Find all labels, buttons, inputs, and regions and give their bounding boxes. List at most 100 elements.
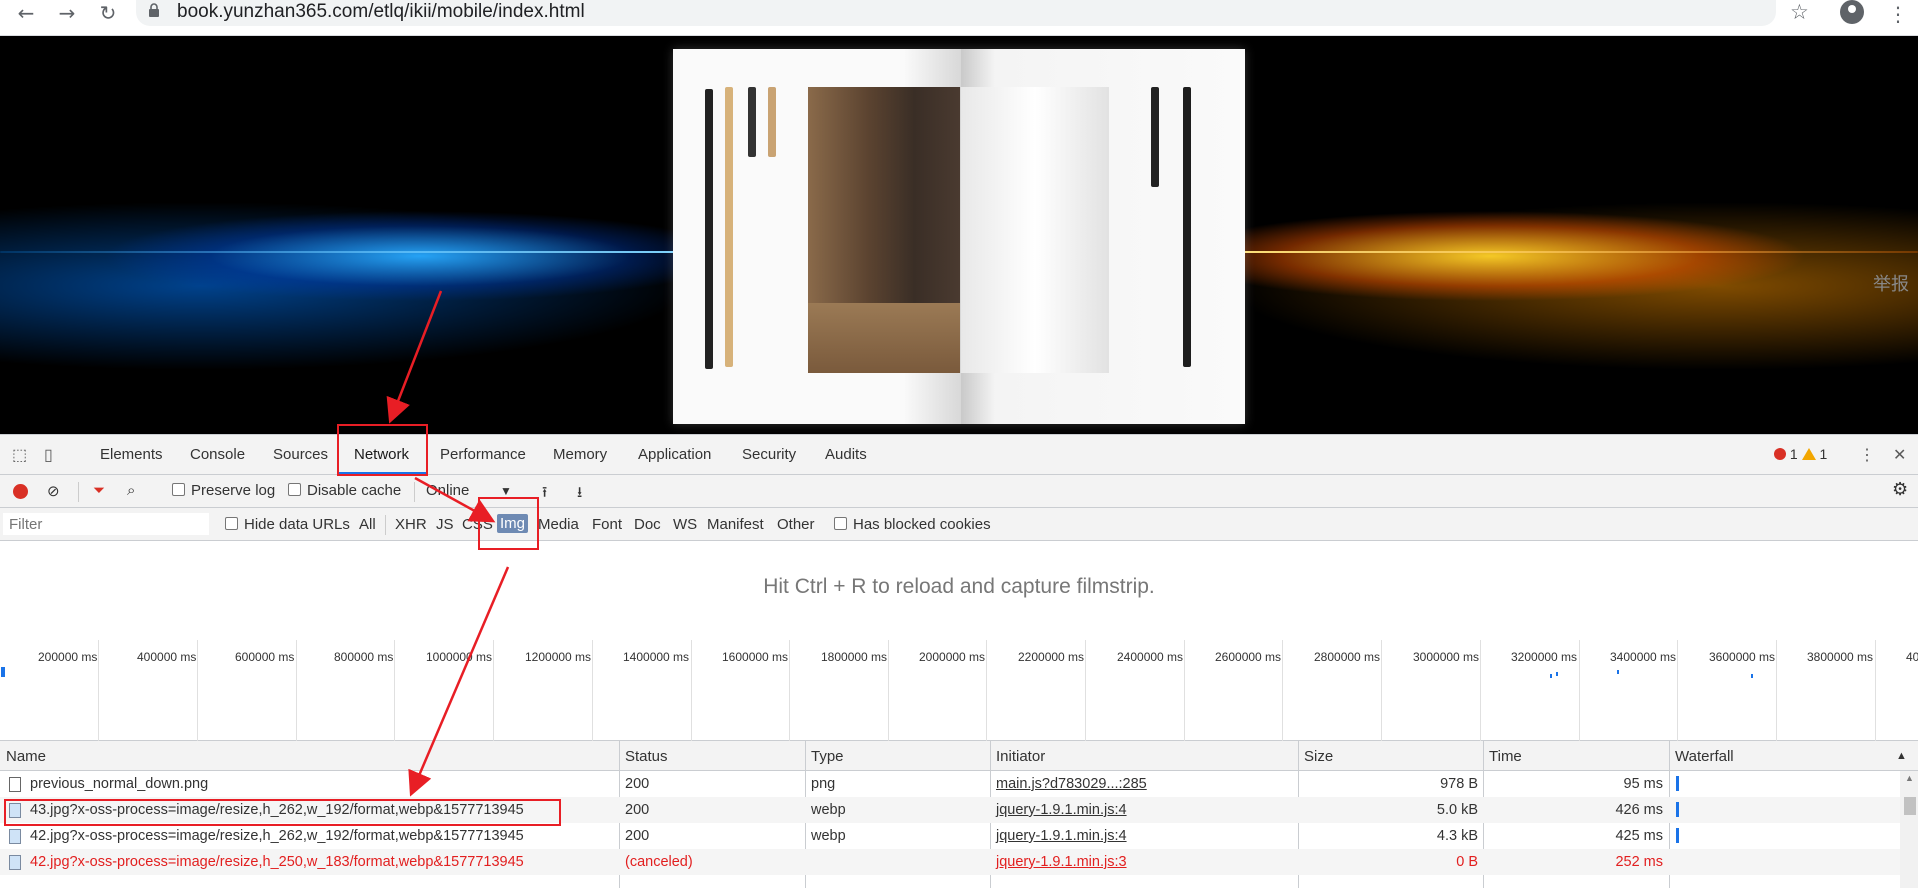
- column-initiator[interactable]: Initiator: [996, 748, 1045, 765]
- device-toolbar-icon[interactable]: ▯: [44, 445, 62, 464]
- more-menu-icon[interactable]: ⋮: [1888, 2, 1908, 26]
- timeline-request-mark: [1556, 672, 1558, 676]
- filmstrip-message: Hit Ctrl + R to reload and capture films…: [763, 575, 1155, 598]
- column-waterfall[interactable]: Waterfall: [1675, 748, 1734, 765]
- disable-cache-checkbox[interactable]: Disable cache: [288, 482, 401, 499]
- has-blocked-cookies-checkbox[interactable]: Has blocked cookies: [834, 516, 991, 533]
- settings-gear-icon[interactable]: ⚙: [1892, 479, 1908, 500]
- request-initiator-link[interactable]: jquery-1.9.1.min.js:4: [996, 802, 1127, 818]
- reload-icon[interactable]: ↻: [94, 0, 122, 26]
- timeline-tick: 2800000 ms: [1314, 650, 1381, 664]
- request-type: png: [811, 776, 836, 792]
- page-viewport: 举报: [0, 36, 1918, 434]
- scroll-up-icon[interactable]: ▲: [1905, 773, 1914, 783]
- clear-icon[interactable]: ⊘: [47, 482, 60, 500]
- timeline-tick: 2200000 ms: [1018, 650, 1085, 664]
- filter-type-js[interactable]: JS: [436, 516, 454, 533]
- table-row[interactable]: 42.jpg?x-oss-process=image/resize,h_262,…: [0, 823, 1900, 849]
- filter-type-media[interactable]: Media: [538, 516, 579, 533]
- filter-type-ws[interactable]: WS: [673, 516, 697, 533]
- request-initiator-link[interactable]: jquery-1.9.1.min.js:3: [996, 854, 1127, 870]
- handle-image: [705, 89, 713, 369]
- inspect-element-icon[interactable]: ⬚: [12, 445, 30, 464]
- column-type[interactable]: Type: [811, 748, 844, 765]
- timeline-tick: 800000 ms: [334, 650, 394, 664]
- star-icon[interactable]: ☆: [1790, 0, 1809, 24]
- forward-icon[interactable]: →: [53, 0, 81, 26]
- filter-input[interactable]: [3, 513, 209, 535]
- divider: [414, 482, 415, 502]
- handle-image: [725, 87, 733, 367]
- column-name[interactable]: Name: [6, 748, 46, 765]
- network-overview-timeline[interactable]: 200000 ms 400000 ms 600000 ms 800000 ms …: [0, 640, 1918, 741]
- request-time: 95 ms: [1623, 776, 1664, 792]
- report-label[interactable]: 举报: [1873, 270, 1909, 296]
- export-har-icon[interactable]: ⭳: [577, 482, 582, 507]
- request-name: previous_normal_down.png: [30, 776, 209, 792]
- timeline-request-mark: [1550, 674, 1552, 678]
- light-streak: [0, 251, 680, 253]
- throttle-select[interactable]: Online: [426, 482, 469, 499]
- error-warning-counter[interactable]: 1 1: [1774, 446, 1827, 462]
- timeline-tick: 2000000 ms: [919, 650, 986, 664]
- tab-audits[interactable]: Audits: [825, 446, 867, 463]
- request-type: webp: [811, 828, 846, 844]
- annotation-box-request-row: [4, 799, 561, 826]
- tab-sources[interactable]: Sources: [273, 446, 328, 463]
- timeline-tick: 2600000 ms: [1215, 650, 1282, 664]
- request-size: 4.3 kB: [1436, 828, 1478, 844]
- tab-memory[interactable]: Memory: [553, 446, 607, 463]
- request-initiator-link[interactable]: jquery-1.9.1.min.js:4: [996, 828, 1127, 844]
- handle-image: [1151, 87, 1159, 187]
- chevron-down-icon[interactable]: ▼: [500, 484, 512, 498]
- close-devtools-icon[interactable]: ✕: [1893, 445, 1911, 464]
- back-icon[interactable]: ←: [12, 0, 40, 26]
- devtools-menu-icon[interactable]: ⋮: [1859, 445, 1877, 464]
- url-text[interactable]: book.yunzhan365.com/etlq/ikii/mobile/ind…: [177, 1, 585, 23]
- tab-console[interactable]: Console: [190, 446, 245, 463]
- table-row[interactable]: 42.jpg?x-oss-process=image/resize,h_250,…: [0, 849, 1900, 875]
- tab-security[interactable]: Security: [742, 446, 796, 463]
- request-size: 5.0 kB: [1436, 802, 1478, 818]
- filter-icon[interactable]: ⏷: [93, 482, 105, 499]
- column-size[interactable]: Size: [1304, 748, 1333, 765]
- filter-type-doc[interactable]: Doc: [634, 516, 661, 533]
- timeline-tick: 1400000 ms: [623, 650, 690, 664]
- warning-count: 1: [1819, 446, 1828, 462]
- filter-type-font[interactable]: Font: [592, 516, 622, 533]
- timeline-tick: 1200000 ms: [525, 650, 592, 664]
- divider: [78, 482, 79, 502]
- hide-data-urls-checkbox[interactable]: Hide data URLs: [225, 516, 350, 533]
- filter-type-all[interactable]: All: [359, 516, 376, 533]
- filter-type-other[interactable]: Other: [777, 516, 815, 533]
- handle-image: [1183, 87, 1191, 367]
- table-row[interactable]: previous_normal_down.png 200 png main.js…: [0, 771, 1900, 797]
- account-icon[interactable]: [1840, 0, 1864, 24]
- tab-performance[interactable]: Performance: [440, 446, 526, 463]
- request-initiator-link[interactable]: main.js?d783029...:285: [996, 776, 1147, 792]
- request-name: 42.jpg?x-oss-process=image/resize,h_250,…: [30, 854, 524, 870]
- tab-application[interactable]: Application: [638, 446, 711, 463]
- request-status: 200: [625, 776, 650, 792]
- sort-arrow-icon[interactable]: ▲: [1896, 750, 1907, 762]
- file-icon: [9, 777, 21, 792]
- timeline-tick: 2400000 ms: [1117, 650, 1184, 664]
- scroll-thumb[interactable]: [1904, 797, 1916, 815]
- lock-icon: [149, 3, 159, 17]
- tab-elements[interactable]: Elements: [100, 446, 163, 463]
- scrollbar[interactable]: ▲: [1900, 771, 1918, 888]
- warning-icon: [1801, 448, 1816, 460]
- annotation-box-network-tab: [337, 424, 428, 476]
- blue-light-background: [0, 76, 680, 376]
- preserve-log-checkbox[interactable]: Preserve log: [172, 482, 275, 499]
- column-status[interactable]: Status: [625, 748, 668, 765]
- import-har-icon[interactable]: ⭱: [542, 482, 547, 507]
- request-time: 425 ms: [1615, 828, 1663, 844]
- record-icon[interactable]: [13, 484, 28, 499]
- column-time[interactable]: Time: [1489, 748, 1522, 765]
- timeline-tick: 400000 ms: [137, 650, 197, 664]
- filter-type-manifest[interactable]: Manifest: [707, 516, 764, 533]
- search-icon[interactable]: ⌕: [127, 482, 135, 499]
- filter-type-xhr[interactable]: XHR: [395, 516, 427, 533]
- flipbook[interactable]: [673, 49, 1245, 424]
